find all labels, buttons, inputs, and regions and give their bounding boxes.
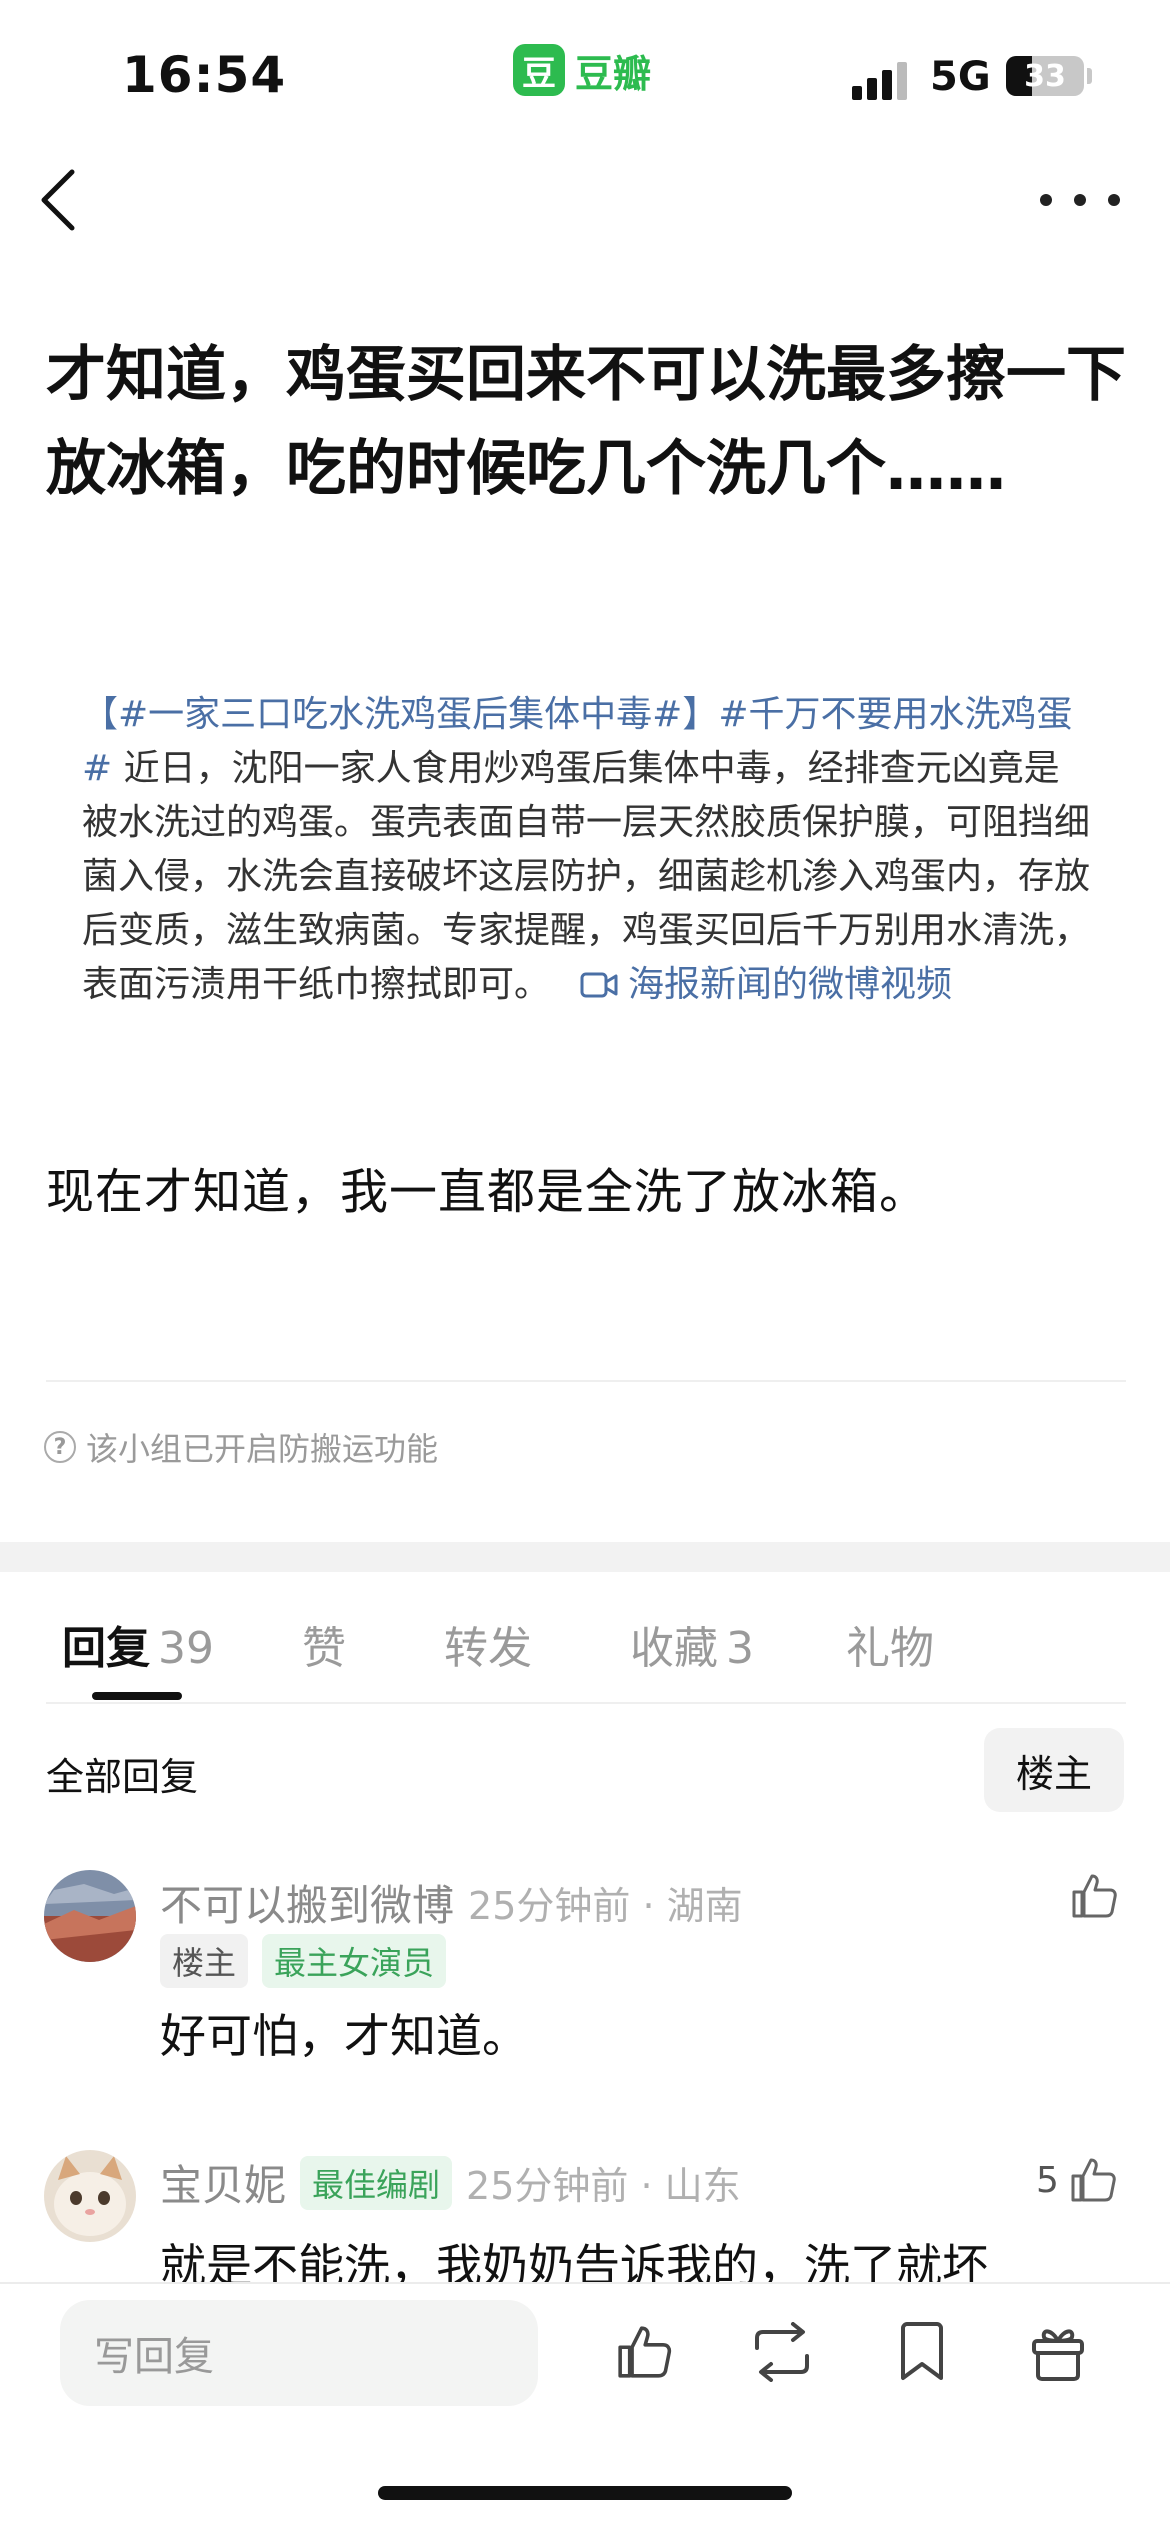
bottom-action-bar: 写回复 xyxy=(0,2282,1170,2532)
thumbs-up-icon xyxy=(1071,2158,1116,2202)
tab-collections[interactable]: 收藏 3 xyxy=(630,1612,754,1676)
username[interactable]: 不可以搬到微博 xyxy=(160,1872,454,1933)
gift-button[interactable] xyxy=(1024,2318,1092,2386)
battery-level: 33 xyxy=(1024,58,1066,94)
comment-header: 不可以搬到微博 25分钟前 · 湖南 xyxy=(160,1872,743,1933)
divider xyxy=(46,1702,1126,1704)
tab-label: 礼物 xyxy=(846,1623,934,1674)
repost-button[interactable] xyxy=(748,2318,816,2386)
comment-text: 好可怕，才知道。 xyxy=(160,2009,528,2063)
battery-icon: 33 xyxy=(1006,56,1084,96)
more-dot xyxy=(1040,194,1052,206)
like-button[interactable]: 5 xyxy=(1036,2154,1119,2206)
battery-tip xyxy=(1087,68,1092,84)
tab-label: 收藏 xyxy=(630,1623,718,1674)
more-dot xyxy=(1108,194,1120,206)
award-badge: 最主女演员 xyxy=(262,1934,447,1988)
app-indicator: 豆 豆瓣 xyxy=(513,42,651,98)
tab-label: 转发 xyxy=(444,1623,532,1674)
divider xyxy=(46,1380,1126,1382)
tab-count: 39 xyxy=(158,1623,214,1674)
op-badge: 楼主 xyxy=(160,1934,249,1988)
like-count: 5 xyxy=(1036,2159,1059,2201)
douban-logo-icon: 豆 xyxy=(513,44,565,96)
hashtag-link[interactable]: 【#一家三口吃水洗鸡蛋后集体中毒#】 xyxy=(82,694,718,735)
chevron-left-icon xyxy=(41,169,75,231)
all-replies-label: 全部回复 xyxy=(46,1755,199,1799)
quoted-weibo: 【#一家三口吃水洗鸡蛋后集体中毒#】#千万不要用水洗鸡蛋# 近日，沈阳一家人食用… xyxy=(82,688,1092,1012)
status-bar: 16:54 豆 豆瓣 5G 33 xyxy=(0,0,1170,150)
notice-text: 该小组已开启防搬运功能 xyxy=(86,1430,439,1468)
video-icon xyxy=(580,972,618,998)
nav-bar xyxy=(0,150,1170,260)
tab-gifts[interactable]: 礼物 xyxy=(846,1612,934,1676)
comment-header: 宝贝妮 最佳编剧 25分钟前 · 山东 xyxy=(160,2152,741,2213)
status-time: 16:54 xyxy=(122,46,287,104)
avatar[interactable] xyxy=(44,1870,136,1962)
tab-replies[interactable]: 回复 39 xyxy=(62,1612,214,1676)
video-link[interactable]: 海报新闻的微博视频 xyxy=(628,964,952,1005)
gift-icon xyxy=(1032,2329,1084,2381)
post-title: 才知道，鸡蛋买回来不可以洗最多擦一下放冰箱，吃的时候吃几个洗几个…… xyxy=(46,340,1126,504)
comment-meta: 25分钟前 · 湖南 xyxy=(468,1884,743,1928)
like-button[interactable] xyxy=(1068,1870,1120,1922)
network-type: 5G xyxy=(930,54,991,100)
anti-repost-notice: ? 该小组已开启防搬运功能 xyxy=(44,1424,438,1470)
more-dot xyxy=(1074,194,1086,206)
avatar[interactable] xyxy=(44,2150,136,2242)
tab-bar: 回复 39 赞 转发 收藏 3 礼物 xyxy=(0,1572,1170,1702)
more-button[interactable] xyxy=(1040,170,1120,230)
post-body: 现在才知道，我一直都是全洗了放冰箱。 xyxy=(46,1164,929,1220)
home-indicator xyxy=(378,2486,792,2500)
signal-icon xyxy=(852,60,912,100)
tab-count: 3 xyxy=(726,1623,754,1674)
app-name: 豆瓣 xyxy=(575,51,652,96)
repost-icon xyxy=(755,2322,809,2382)
active-tab-indicator xyxy=(92,1692,182,1700)
thumbs-up-icon xyxy=(618,2326,672,2378)
bookmark-icon xyxy=(901,2322,943,2380)
tab-label: 赞 xyxy=(302,1623,346,1674)
tab-reposts[interactable]: 转发 xyxy=(444,1612,532,1676)
tab-label: 回复 xyxy=(62,1623,150,1674)
username[interactable]: 宝贝妮 xyxy=(160,2152,286,2213)
award-badge: 最佳编剧 xyxy=(300,2155,453,2210)
thumbs-up-icon xyxy=(1072,1874,1117,1918)
op-only-filter-button[interactable]: 楼主 xyxy=(984,1728,1124,1812)
question-circle-icon: ? xyxy=(44,1431,76,1463)
tab-likes[interactable]: 赞 xyxy=(302,1612,346,1676)
comment-meta: 25分钟前 · 山东 xyxy=(466,2164,741,2208)
section-separator xyxy=(0,1542,1170,1572)
like-post-button[interactable] xyxy=(610,2318,678,2386)
bookmark-button[interactable] xyxy=(888,2318,956,2386)
badge-row: 楼主 最主女演员 xyxy=(160,1934,447,1988)
reply-input[interactable]: 写回复 xyxy=(60,2300,538,2406)
back-button[interactable] xyxy=(38,160,98,240)
